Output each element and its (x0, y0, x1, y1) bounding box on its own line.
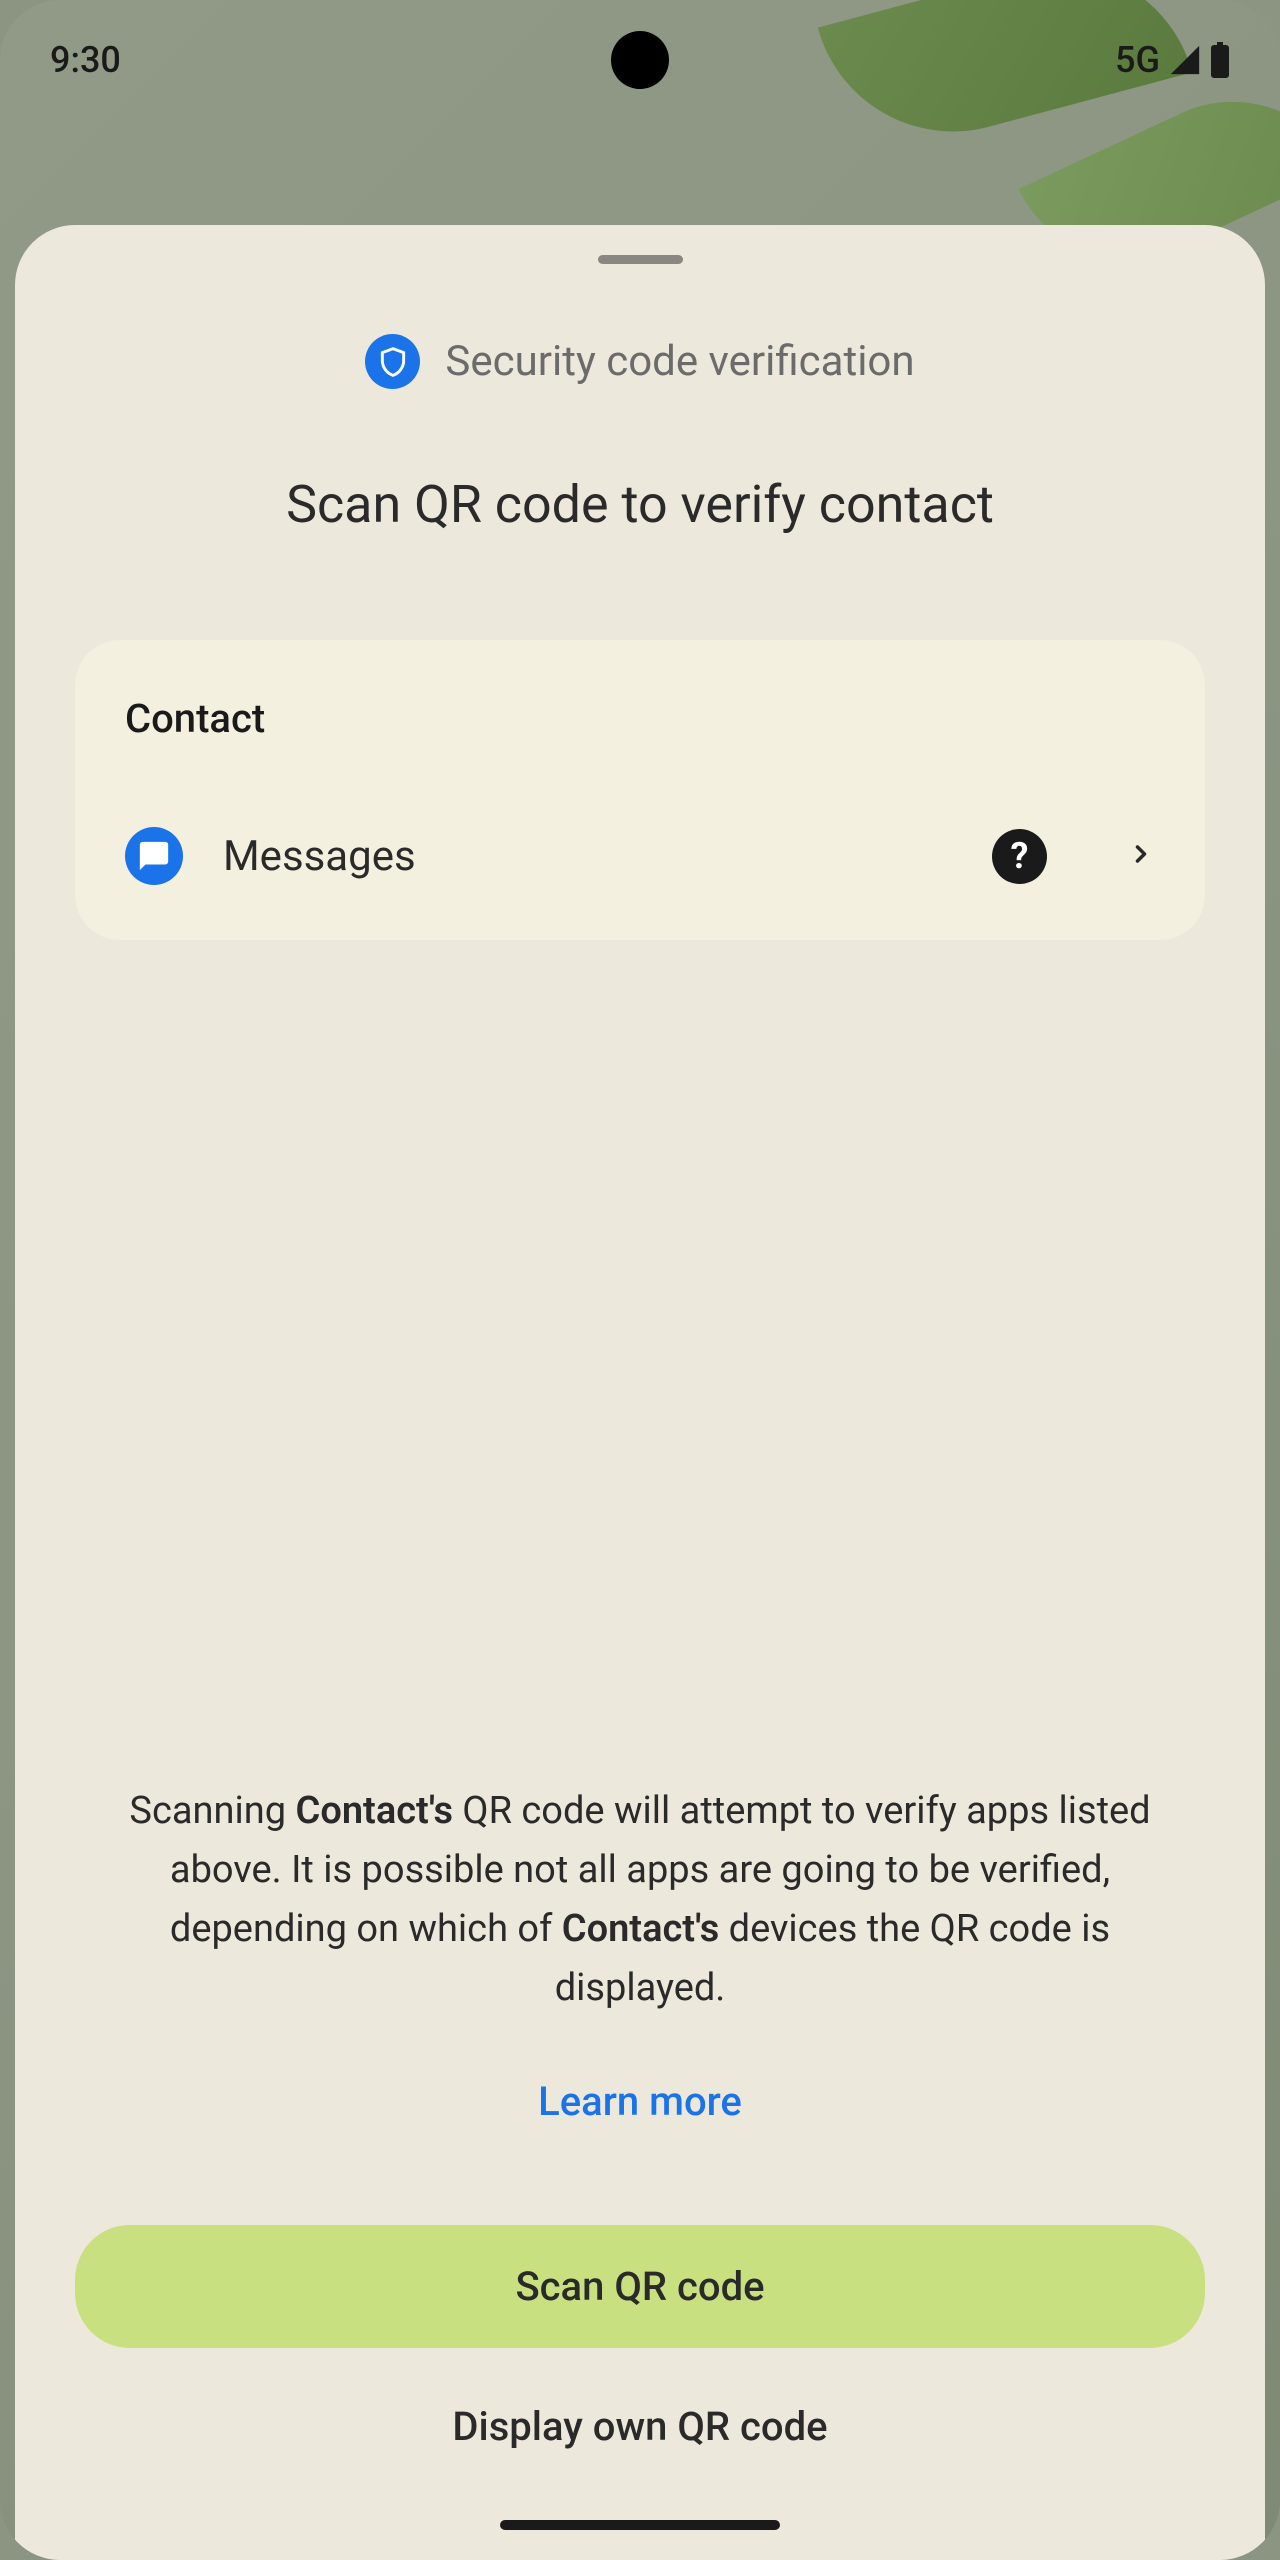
network-label: 5G (1115, 39, 1160, 81)
messages-app-icon (125, 827, 183, 885)
chevron-right-icon (1127, 840, 1155, 872)
status-time: 9:30 (50, 39, 121, 81)
sheet-header: Security code verification (15, 334, 1265, 389)
signal-icon (1168, 43, 1202, 77)
display-own-qr-button[interactable]: Display own QR code (15, 2403, 1265, 2450)
camera-hole (611, 31, 669, 89)
drag-handle[interactable] (598, 255, 683, 264)
help-icon[interactable]: ? (992, 829, 1047, 884)
page-title: Scan QR code to verify contact (15, 474, 1265, 535)
app-row[interactable]: Messages ? (125, 827, 1155, 885)
shield-icon (365, 334, 420, 389)
description-text: Scanning Contact's QR code will attempt … (15, 1782, 1265, 2018)
scan-qr-button[interactable]: Scan QR code (75, 2225, 1205, 2348)
device-frame: 9:30 5G Security code verification Scan … (0, 0, 1280, 2560)
status-right: 5G (1115, 39, 1230, 81)
battery-icon (1210, 42, 1230, 78)
status-bar: 9:30 5G (0, 0, 1280, 120)
contact-card: Contact Messages ? (75, 640, 1205, 940)
learn-more-link[interactable]: Learn more (15, 2078, 1265, 2125)
navigation-bar-handle[interactable] (500, 2520, 780, 2530)
app-name: Messages (223, 832, 952, 881)
bottom-sheet: Security code verification Scan QR code … (15, 225, 1265, 2560)
contact-label: Contact (125, 695, 1155, 742)
sheet-subtitle: Security code verification (445, 337, 914, 386)
